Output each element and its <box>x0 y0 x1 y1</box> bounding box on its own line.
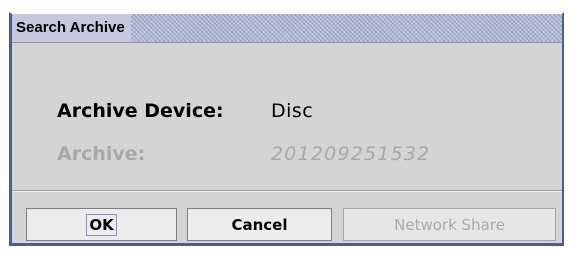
dialog-content: Archive Device: Disc Archive: 2012092515… <box>12 43 562 190</box>
ok-button-label: OK <box>86 213 117 236</box>
network-share-button-label: Network Share <box>394 215 505 234</box>
search-archive-dialog: Search Archive Archive Device: Disc Arch… <box>9 12 564 246</box>
archive-value: 201209251532 <box>271 143 431 165</box>
ok-button[interactable]: OK <box>26 208 177 241</box>
archive-device-label: Archive Device: <box>57 100 224 122</box>
cancel-button-label: Cancel <box>231 215 288 234</box>
dialog-title: Search Archive <box>12 14 131 42</box>
archive-label: Archive: <box>57 143 146 165</box>
network-share-button: Network Share <box>343 208 556 241</box>
button-divider <box>12 190 562 192</box>
archive-device-value: Disc <box>271 100 314 122</box>
title-bar[interactable]: Search Archive <box>12 14 562 43</box>
cancel-button[interactable]: Cancel <box>187 208 332 241</box>
